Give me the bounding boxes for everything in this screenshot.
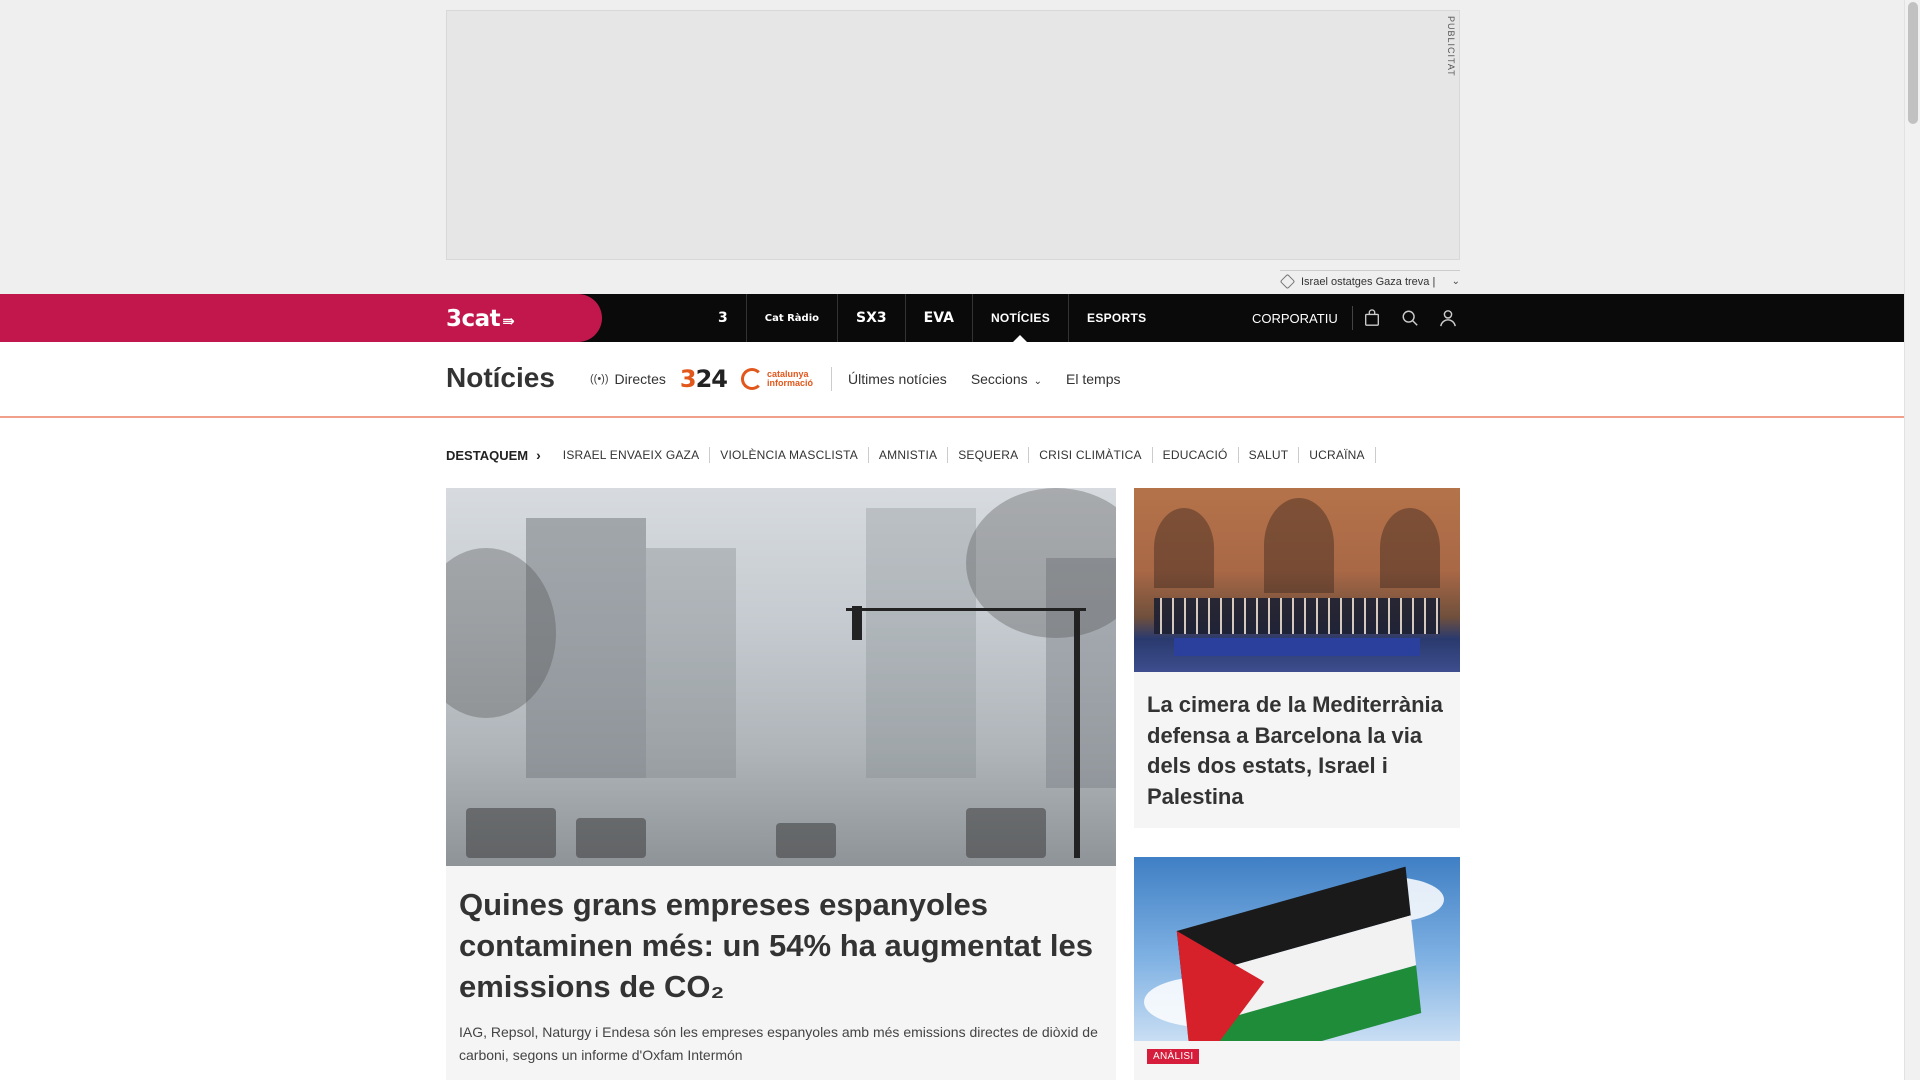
top-navigation-bar: 3cat ⇛ 3 Cat Ràdio SX3 EVA NOTÍCIES ESPOR… xyxy=(0,294,1904,342)
section-title: Notícies xyxy=(446,362,555,393)
channel-nav: 3 Cat Ràdio SX3 EVA NOTÍCIES ESPORTS xyxy=(700,294,1164,342)
logo-catalunya-informacio[interactable]: catalunya informació xyxy=(740,368,813,390)
divider xyxy=(831,367,832,391)
latest-news-link[interactable]: Últimes notícies xyxy=(848,371,947,387)
chevron-right-icon: › xyxy=(536,447,541,463)
header-tools: CORPORATIU xyxy=(1240,294,1467,342)
broadcast-icon: ((•)) xyxy=(590,373,609,385)
sections-dropdown[interactable]: Seccions ⌄ xyxy=(971,371,1042,387)
side-story-image[interactable] xyxy=(1134,857,1460,1041)
side-story-card[interactable]: La cimera de la Mediterrània defensa a B… xyxy=(1134,488,1460,828)
scrollbar-thumb[interactable] xyxy=(1908,2,1918,124)
sections-label: Seccions xyxy=(970,371,1028,387)
highlight-item[interactable]: SEQUERA xyxy=(948,447,1030,463)
trending-ticker[interactable]: Israel ostatges Gaza treva | ⌄ xyxy=(1279,270,1460,292)
live-label: Directes xyxy=(614,371,666,387)
corporate-link[interactable]: CORPORATIU xyxy=(1240,306,1353,330)
channel-catradio[interactable]: Cat Ràdio xyxy=(747,294,839,342)
tag-icon xyxy=(1279,273,1296,290)
main-headline[interactable]: Quines grans empreses espanyoles contami… xyxy=(459,884,1103,1007)
ad-label: PUBLICITAT xyxy=(1446,16,1456,77)
channel-sx3[interactable]: SX3 xyxy=(838,294,906,342)
category-badge: ANÀLISI xyxy=(1147,1049,1200,1064)
channel-tv3[interactable]: 3 xyxy=(700,294,747,342)
shopping-bag-icon[interactable] xyxy=(1353,294,1391,342)
highlights-title[interactable]: DESTAQUEM › xyxy=(446,447,541,463)
catinfo-circle-icon xyxy=(740,368,763,390)
channel-noticies[interactable]: NOTÍCIES xyxy=(973,294,1070,342)
highlight-item[interactable]: AMNISTIA xyxy=(869,447,949,463)
main-story-image[interactable] xyxy=(446,488,1116,866)
channel-eva[interactable]: EVA xyxy=(906,294,973,342)
logo-arrow-icon: ⇛ xyxy=(502,312,515,330)
section-header: Notícies ((•)) Directes 324 catalunya inf… xyxy=(0,342,1904,418)
catinfo-line2: informació xyxy=(766,378,813,388)
highlight-item[interactable]: UCRAÏNA xyxy=(1299,447,1376,463)
logo-324[interactable]: 324 xyxy=(680,365,728,393)
highlight-item[interactable]: VIOLÈNCIA MASCLISTA xyxy=(710,447,869,463)
search-icon[interactable] xyxy=(1391,294,1429,342)
highlight-item[interactable]: EDUCACIÓ xyxy=(1153,447,1239,463)
logo-text: 3cat xyxy=(446,306,501,332)
highlights-label: DESTAQUEM xyxy=(446,447,529,463)
highlight-item[interactable]: ISRAEL ENVAEIX GAZA xyxy=(553,447,711,463)
chevron-down-icon[interactable]: ⌄ xyxy=(1452,276,1460,287)
section-nav: ((•)) Directes 324 catalunya informació Ú… xyxy=(590,364,1144,394)
ad-slot[interactable] xyxy=(446,10,1460,260)
main-story-body: Quines grans empreses espanyoles contami… xyxy=(446,866,1116,1080)
user-icon[interactable] xyxy=(1429,294,1467,342)
flag-graphic xyxy=(1176,866,1422,1041)
chevron-down-icon: ⌄ xyxy=(1033,376,1043,387)
site-logo[interactable]: 3cat ⇛ xyxy=(446,306,515,332)
side-story-image[interactable] xyxy=(1134,488,1460,672)
channel-esports[interactable]: ESPORTS xyxy=(1069,294,1164,342)
ticker-text[interactable]: Israel ostatges Gaza treva | xyxy=(1301,276,1435,288)
ad-band: PUBLICITAT Israel ostatges Gaza treva | … xyxy=(0,0,1904,294)
side-story-card[interactable]: ANÀLISI xyxy=(1134,857,1460,1080)
highlights-bar: DESTAQUEM › ISRAEL ENVAEIX GAZA VIOLÈNCIA… xyxy=(446,444,1376,466)
live-link[interactable]: ((•)) Directes xyxy=(590,371,666,387)
main-story-card[interactable]: Quines grans empreses espanyoles contami… xyxy=(446,488,1116,1080)
side-headline[interactable]: La cimera de la Mediterrània defensa a B… xyxy=(1134,672,1460,830)
main-lede: IAG, Repsol, Naturgy i Endesa són les em… xyxy=(459,1024,1098,1063)
weather-link[interactable]: El temps xyxy=(1066,371,1120,387)
scrollbar[interactable] xyxy=(1904,0,1920,1080)
highlight-item[interactable]: CRISI CLIMÀTICA xyxy=(1029,447,1153,463)
highlight-item[interactable]: SALUT xyxy=(1239,447,1300,463)
